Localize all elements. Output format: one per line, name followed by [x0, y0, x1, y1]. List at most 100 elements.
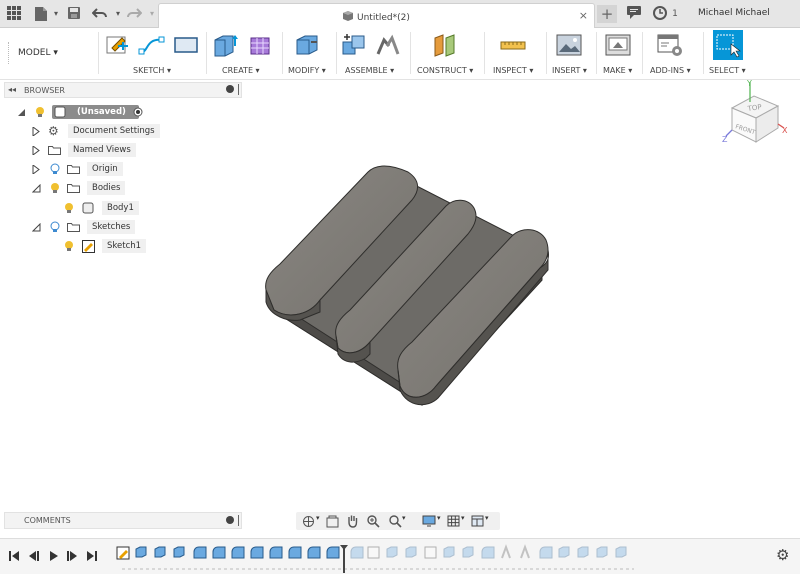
zoom-window-icon[interactable] — [388, 514, 402, 528]
grid-settings-icon[interactable] — [447, 515, 460, 527]
timeline-sketch-feature[interactable] — [116, 546, 130, 560]
timeline-fillet-feature[interactable] — [250, 546, 264, 559]
timeline-fillet-feature[interactable] — [193, 546, 207, 559]
collapsed-triangle-icon[interactable] — [32, 165, 40, 174]
zoom-dropdown-icon[interactable]: ▾ — [402, 514, 406, 522]
orbit-dropdown-icon[interactable]: ▾ — [316, 514, 320, 522]
joint-icon[interactable] — [374, 32, 402, 58]
undo-dropdown-icon[interactable]: ▾ — [110, 6, 126, 22]
pan-hand-icon[interactable] — [346, 514, 359, 528]
timeline-step-back-icon[interactable] — [28, 550, 40, 562]
timeline-extrude-feature[interactable] — [154, 546, 166, 558]
expanded-triangle-icon[interactable] — [32, 223, 41, 232]
assemble-menu[interactable]: ASSEMBLE ▾ — [345, 66, 394, 75]
new-tab-button[interactable]: + — [597, 5, 617, 23]
tree-item-sketches[interactable]: Sketches — [32, 220, 142, 234]
redo-icon[interactable] — [126, 6, 143, 22]
user-name[interactable]: Michael Michael — [698, 8, 770, 18]
viewcube[interactable]: TOP FRONT Y Z X — [718, 79, 800, 160]
form-icon[interactable] — [246, 32, 274, 58]
zoom-icon[interactable] — [366, 514, 380, 528]
timeline-fillet-feature[interactable] — [231, 546, 245, 559]
browser-minus-icon[interactable] — [226, 85, 234, 93]
tree-item-bodies[interactable]: Bodies — [32, 181, 132, 195]
timeline-play-icon[interactable] — [48, 550, 60, 562]
timeline-fillet-feature[interactable] — [288, 546, 302, 559]
workspace-switcher[interactable]: MODEL ▾ — [18, 48, 58, 58]
timeline-start-icon[interactable] — [8, 550, 20, 562]
file-dropdown-icon[interactable]: ▾ — [48, 6, 64, 22]
modify-menu[interactable]: MODIFY ▾ — [288, 66, 326, 75]
new-component-icon[interactable] — [340, 32, 368, 58]
look-at-icon[interactable] — [326, 515, 339, 528]
tree-item-named-views[interactable]: Named Views — [32, 143, 142, 157]
close-tab-button[interactable]: × — [579, 9, 588, 22]
ribbon-grip[interactable] — [8, 42, 10, 64]
notifications-icon[interactable] — [626, 6, 642, 22]
timeline-fillet-feature[interactable] — [212, 546, 226, 559]
lightbulb-on-icon[interactable] — [64, 202, 74, 214]
collapsed-triangle-icon[interactable] — [32, 146, 40, 155]
viewports-icon[interactable] — [471, 515, 484, 527]
lightbulb-on-icon[interactable] — [50, 182, 60, 194]
display-dropdown-icon[interactable]: ▾ — [437, 514, 441, 522]
display-settings-icon[interactable] — [422, 515, 436, 527]
comments-pin-icon[interactable] — [238, 515, 239, 526]
timeline-features[interactable] — [114, 543, 634, 573]
file-icon[interactable] — [33, 6, 49, 22]
collapsed-triangle-icon[interactable] — [32, 127, 40, 136]
timeline-fillet-feature[interactable] — [269, 546, 283, 559]
timeline-end-icon[interactable] — [86, 550, 98, 562]
tree-root[interactable]: (Unsaved) — [17, 105, 157, 119]
addins-menu[interactable]: ADD-INS ▾ — [650, 66, 691, 75]
offset-plane-icon[interactable] — [432, 32, 460, 58]
comments-add-icon[interactable] — [226, 516, 234, 524]
timeline-suppressed-features[interactable] — [350, 544, 627, 559]
insert-canvas-icon[interactable] — [555, 32, 583, 58]
press-pull-icon[interactable] — [293, 32, 321, 58]
tree-item-sketch1[interactable]: Sketch1 — [64, 239, 148, 253]
inspect-menu[interactable]: INSPECT ▾ — [493, 66, 533, 75]
expanded-triangle-icon[interactable] — [17, 108, 26, 117]
timeline-fillet-feature[interactable] — [326, 546, 340, 559]
timeline-step-forward-icon[interactable] — [66, 550, 78, 562]
viewports-dropdown-icon[interactable]: ▾ — [485, 514, 489, 522]
construct-menu[interactable]: CONSTRUCT ▾ — [417, 66, 473, 75]
browser-pin-icon[interactable] — [238, 84, 239, 95]
tree-item-origin[interactable]: Origin — [32, 162, 132, 176]
measure-icon[interactable] — [499, 32, 527, 58]
create-menu[interactable]: CREATE ▾ — [222, 66, 260, 75]
select-icon[interactable] — [713, 30, 743, 60]
select-menu[interactable]: SELECT ▾ — [709, 66, 746, 75]
3d-print-icon[interactable] — [604, 32, 632, 58]
make-menu[interactable]: MAKE ▾ — [603, 66, 632, 75]
lightbulb-off-icon[interactable] — [50, 221, 60, 233]
lightbulb-on-icon[interactable] — [35, 106, 45, 118]
timeline-settings-gear-icon[interactable]: ⚙ — [776, 546, 789, 564]
document-tab[interactable]: Untitled*(2) × — [158, 3, 595, 29]
activate-radio-icon[interactable] — [133, 107, 143, 117]
save-icon[interactable] — [66, 6, 82, 22]
line-spline-icon[interactable] — [138, 32, 166, 58]
lightbulb-off-icon[interactable] — [50, 163, 60, 175]
tree-item-document-settings[interactable]: ⚙ Document Settings — [32, 124, 162, 138]
expanded-triangle-icon[interactable] — [32, 184, 41, 193]
tree-item-body1[interactable]: Body1 — [64, 201, 144, 215]
job-status-icon[interactable] — [652, 6, 668, 22]
insert-menu[interactable]: INSERT ▾ — [552, 66, 587, 75]
timeline-extrude-feature[interactable] — [173, 546, 185, 558]
sketch-menu[interactable]: SKETCH ▾ — [133, 66, 171, 75]
comments-panel[interactable]: COMMENTS — [4, 512, 242, 529]
scripts-addins-icon[interactable] — [656, 32, 684, 58]
timeline-fillet-feature[interactable] — [307, 546, 321, 559]
collapse-browser-icon[interactable]: ◂◂ — [8, 85, 16, 94]
orbit-icon[interactable] — [302, 515, 315, 528]
model-viewport[interactable] — [250, 150, 570, 430]
create-sketch-icon[interactable] — [104, 32, 132, 58]
rectangle-icon[interactable] — [172, 32, 200, 58]
extrude-icon[interactable] — [212, 32, 240, 58]
grid-dropdown-icon[interactable]: ▾ — [461, 514, 465, 522]
undo-icon[interactable] — [91, 6, 108, 22]
timeline-extrude-feature[interactable] — [135, 546, 147, 558]
lightbulb-on-icon[interactable] — [64, 240, 74, 252]
